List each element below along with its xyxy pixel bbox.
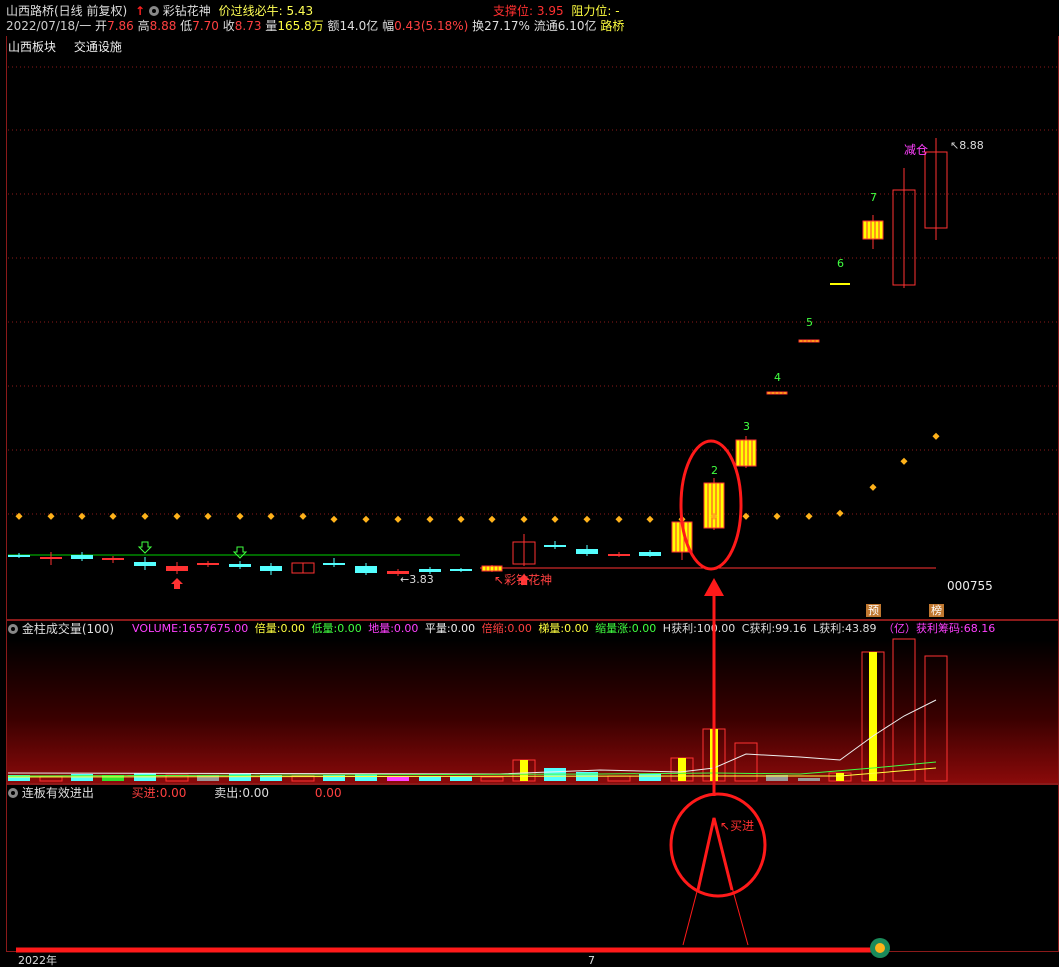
- projection-dot: [805, 512, 813, 520]
- candle-body: [766, 391, 788, 395]
- buy-label: 买进:: [131, 786, 160, 800]
- projection-dot: [900, 457, 908, 465]
- volume-panel-header: 金柱成交量(100): [8, 622, 114, 636]
- candle-body: [798, 339, 820, 343]
- projection-dot: [362, 515, 370, 523]
- footer-year: 2022年: [18, 954, 57, 967]
- step-label: 2: [711, 464, 718, 477]
- projection-dot: [583, 515, 591, 523]
- candle-body: [419, 569, 441, 572]
- step-label: 4: [774, 371, 781, 384]
- candle-body: [544, 545, 566, 547]
- lower-panel-frame: [6, 784, 1059, 952]
- high-marker: ↖8.88: [950, 139, 984, 152]
- projection-dot: [836, 509, 844, 517]
- extra-value: 0.00: [314, 786, 342, 800]
- candle-body: [735, 439, 757, 467]
- gear-icon[interactable]: [8, 788, 18, 798]
- volume-panel-frame: [6, 620, 1059, 784]
- projection-dot: [520, 515, 528, 523]
- buy-signal-icon: [171, 578, 183, 589]
- low-marker: ←3.83: [400, 573, 434, 586]
- candle-body: [830, 283, 850, 285]
- volume-indicator-name[interactable]: 金柱成交量(100): [22, 622, 114, 636]
- projection-dot: [869, 483, 877, 491]
- projection-dot: [646, 515, 654, 523]
- candle-body: [134, 562, 156, 566]
- projection-dot: [109, 512, 117, 520]
- footer-month: 7: [588, 954, 595, 967]
- candle-body: [197, 563, 219, 565]
- projection-dot: [330, 515, 338, 523]
- projection-dot: [426, 515, 434, 523]
- projection-dot: [551, 515, 559, 523]
- step-label: 6: [837, 257, 844, 270]
- projection-dot: [488, 515, 496, 523]
- projection-dot: [204, 512, 212, 520]
- stock-code: 000755: [947, 579, 993, 593]
- signal-label: ↖彩钻花神: [494, 573, 553, 587]
- candle-body: [71, 555, 93, 559]
- reduce-position-label: 减仓: [904, 143, 929, 157]
- projection-dot: [394, 515, 402, 523]
- candle-body: [166, 566, 188, 571]
- ranking-badge[interactable]: 榜: [929, 604, 944, 617]
- candle-body: [450, 569, 472, 571]
- projection-dot: [932, 432, 940, 440]
- candlestick-chart[interactable]: 2 3 4 5 6 7: [0, 0, 1059, 620]
- no-future-label: 无未来: [16, 641, 53, 655]
- sell-signal-icon: [232, 546, 248, 559]
- projection-dot: [773, 512, 781, 520]
- candle-body: [8, 555, 30, 557]
- candle-body: [260, 566, 282, 571]
- step-label: 3: [743, 420, 750, 433]
- projection-dot: [615, 515, 623, 523]
- candle-body: [703, 482, 725, 529]
- step-label: 5: [806, 316, 813, 329]
- forecast-badge[interactable]: 预: [866, 604, 881, 617]
- sell-value: 0.00: [242, 786, 270, 800]
- sell-label: 卖出:: [214, 786, 243, 800]
- gear-icon[interactable]: [8, 624, 18, 634]
- candle-body: [40, 557, 62, 559]
- candle-body: [229, 564, 251, 567]
- candle-body: [608, 554, 630, 556]
- candle-body: [481, 565, 503, 572]
- buy-value: 0.00: [159, 786, 187, 800]
- sell-signal-icon: [137, 541, 153, 554]
- projection-dot: [173, 512, 181, 520]
- candle-body: [323, 563, 345, 565]
- candle-body: [355, 566, 377, 573]
- candle-body: [576, 549, 598, 554]
- projection-dot: [141, 512, 149, 520]
- candle-body: [639, 552, 661, 556]
- candle-body: [862, 220, 884, 240]
- buy-marker: ↖买进: [720, 819, 755, 833]
- candle-body: [102, 558, 124, 560]
- step-label: 7: [870, 191, 877, 204]
- volume-panel-stats: VOLUME:1657675.00 倍量:0.00 低量:0.00 地量:0.0…: [132, 622, 996, 635]
- projection-dot: [236, 512, 244, 520]
- lower-panel-header: 连板有效进出 买进:0.00 卖出:0.00 0.00: [8, 786, 342, 800]
- lower-indicator-name[interactable]: 连板有效进出: [22, 786, 94, 800]
- projection-dot: [457, 515, 465, 523]
